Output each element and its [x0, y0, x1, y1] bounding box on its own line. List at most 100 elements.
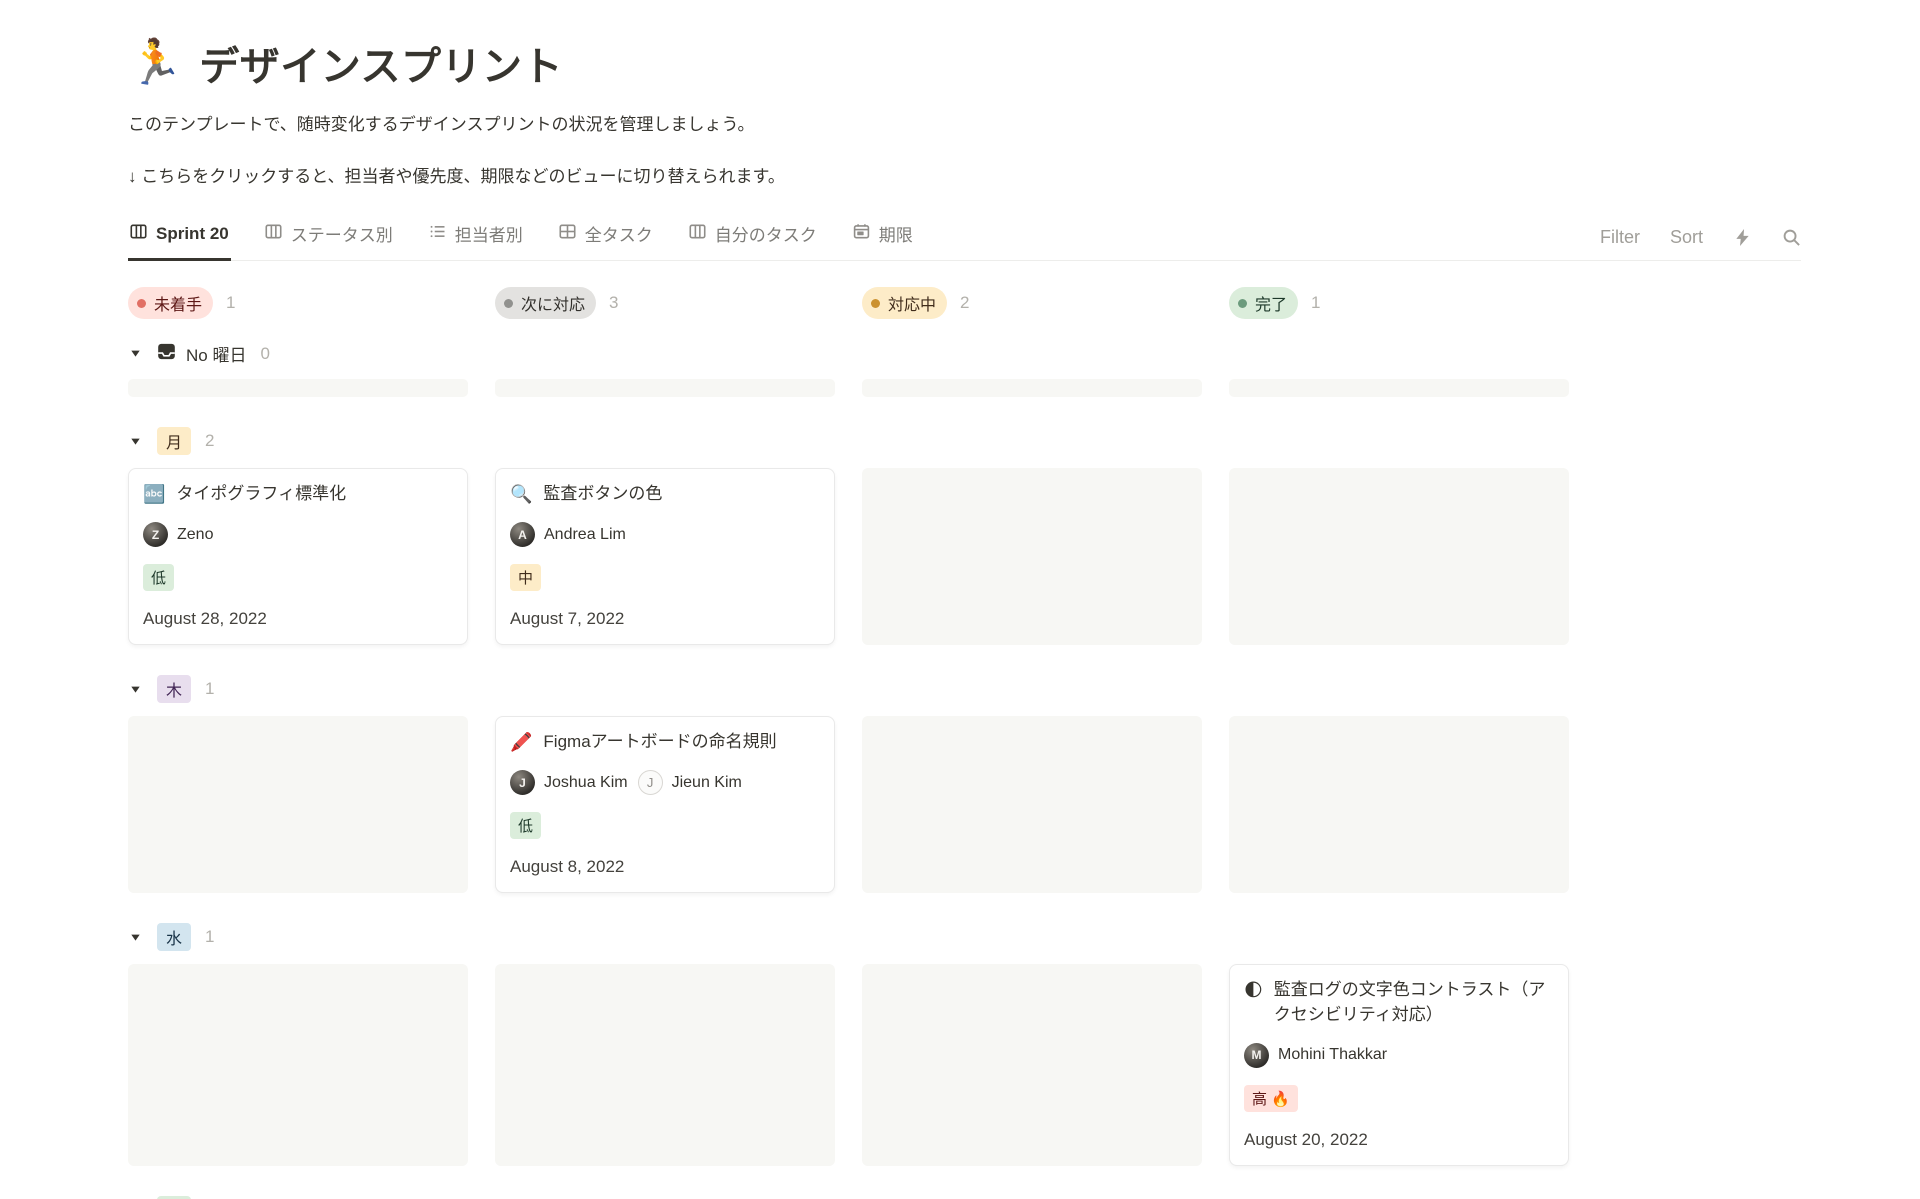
card-priority-row: 高 🔥	[1244, 1085, 1554, 1112]
board-icon	[265, 223, 282, 245]
assignee: J Jieun Kim	[638, 770, 742, 795]
empty-column-strip	[862, 379, 1202, 397]
avatar: Z	[143, 522, 168, 547]
tab-by-status[interactable]: ステータス別	[263, 215, 395, 261]
group-monday: 月 2 🔤 タイポグラフィ標準化 Z Zeno	[128, 427, 1569, 645]
assignee-name: Zeno	[177, 526, 213, 544]
card-title: 🖍️ Figmaアートボードの命名規則	[510, 730, 820, 755]
tab-label: 自分のタスク	[715, 221, 817, 246]
group-header: 木 1	[128, 675, 1569, 703]
column-count: 1	[226, 293, 235, 313]
task-card[interactable]: 🌓 監査ログの文字色コントラスト（アクセシビリティ対応） M Mohini Th…	[1229, 964, 1569, 1165]
group-row: 🌓 監査ログの文字色コントラスト（アクセシビリティ対応） M Mohini Th…	[128, 964, 1569, 1165]
group-count: 2	[205, 431, 214, 451]
column-header-not-started: 未着手 1	[128, 287, 468, 319]
group-no-weekday: No 曜日 0	[128, 341, 1569, 397]
empty-column-strip	[495, 379, 835, 397]
search-icon[interactable]	[1782, 228, 1801, 247]
card-priority-row: 低	[143, 564, 453, 591]
avatar: A	[510, 522, 535, 547]
chevron-down-icon[interactable]	[128, 434, 143, 449]
assignee-name: Andrea Lim	[544, 526, 626, 544]
card-assignees: A Andrea Lim	[510, 522, 820, 547]
status-pill[interactable]: 対応中	[862, 287, 947, 319]
assignee: M Mohini Thakkar	[1244, 1043, 1387, 1068]
assignee: A Andrea Lim	[510, 522, 626, 547]
task-card[interactable]: 🔤 タイポグラフィ標準化 Z Zeno 低 August 28, 2022	[128, 468, 468, 645]
column-count: 2	[960, 293, 969, 313]
status-dot	[504, 299, 513, 308]
empty-cell	[128, 964, 468, 1165]
tab-label: Sprint 20	[156, 224, 229, 244]
crayon-icon: 🖍️	[510, 730, 532, 755]
page-title: 🏃 デザインスプリント	[128, 34, 1801, 92]
status-dot	[871, 299, 880, 308]
inbox-icon	[157, 342, 176, 366]
card-date: August 7, 2022	[510, 609, 820, 629]
kanban-board: 未着手 1 次に対応 3 対応中 2 完了 1 No 曜日	[128, 287, 1569, 1199]
group-pill: 月	[157, 427, 191, 455]
sort-button[interactable]: Sort	[1670, 227, 1703, 248]
chevron-down-icon[interactable]	[128, 682, 143, 697]
tab-all-tasks[interactable]: 全タスク	[557, 215, 655, 261]
assignee-name: Mohini Thakkar	[1278, 1046, 1387, 1064]
filter-button[interactable]: Filter	[1600, 227, 1640, 248]
column-header-in-progress: 対応中 2	[862, 287, 1202, 319]
group-tuesday: 火 2	[128, 1196, 1569, 1199]
group-row	[128, 379, 1569, 397]
tab-deadline[interactable]: 期限	[851, 215, 915, 261]
table-icon	[559, 223, 576, 245]
card-date: August 28, 2022	[143, 609, 453, 629]
abcd-input-icon: 🔤	[143, 482, 165, 507]
group-pill: 水	[157, 923, 191, 951]
empty-column-strip	[128, 379, 468, 397]
status-dot	[137, 299, 146, 308]
chevron-down-icon[interactable]	[128, 930, 143, 945]
priority-tag: 中	[510, 564, 541, 591]
card-date: August 8, 2022	[510, 857, 820, 877]
card-title: 🔍 監査ボタンの色	[510, 482, 820, 507]
bolt-icon[interactable]	[1733, 228, 1752, 247]
status-pill[interactable]: 次に対応	[495, 287, 596, 319]
tab-label: 担当者別	[455, 221, 523, 246]
calendar-icon	[853, 223, 870, 245]
priority-tag: 低	[143, 564, 174, 591]
group-header: 月 2	[128, 427, 1569, 455]
card-assignees: Z Zeno	[143, 522, 453, 547]
status-pill[interactable]: 未着手	[128, 287, 213, 319]
tab-label: 期限	[879, 221, 913, 246]
avatar: J	[638, 770, 663, 795]
group-count: 1	[205, 927, 214, 947]
empty-cell	[862, 468, 1202, 645]
toolbar-controls: Filter Sort	[1600, 227, 1801, 260]
group-wednesday: 水 1 🌓 監査ログの文字色コントラスト（アクセシビリティ対応） M Mohin…	[128, 923, 1569, 1165]
task-card[interactable]: 🖍️ Figmaアートボードの命名規則 J Joshua Kim J Jieun…	[495, 716, 835, 893]
group-header: 火 2	[128, 1196, 1569, 1199]
tab-label: 全タスク	[585, 221, 653, 246]
empty-cell	[862, 964, 1202, 1165]
empty-cell	[1229, 716, 1569, 893]
card-date: August 20, 2022	[1244, 1130, 1554, 1150]
half-moon-icon: 🌓	[1244, 978, 1263, 1027]
group-row: 🔤 タイポグラフィ標準化 Z Zeno 低 August 28, 2022	[128, 468, 1569, 645]
empty-column-strip	[1229, 379, 1569, 397]
priority-tag: 高 🔥	[1244, 1085, 1298, 1112]
chevron-down-icon[interactable]	[128, 346, 143, 361]
group-count: 1	[205, 679, 214, 699]
status-pill[interactable]: 完了	[1229, 287, 1298, 319]
tab-by-assignee[interactable]: 担当者別	[427, 215, 525, 261]
board-icon	[689, 223, 706, 245]
task-card[interactable]: 🔍 監査ボタンの色 A Andrea Lim 中 August 7, 2022	[495, 468, 835, 645]
magnifier-icon: 🔍	[510, 482, 532, 507]
view-toolbar: Sprint 20 ステータス別 担当者別 全タスク 自分のタスク 期限	[128, 215, 1801, 261]
assignee: J Joshua Kim	[510, 770, 628, 795]
tab-my-tasks[interactable]: 自分のタスク	[687, 215, 819, 261]
assignee: Z Zeno	[143, 522, 213, 547]
page-hint: ↓ こちらをクリックすると、担当者や優先度、期限などのビューに切り替えられます。	[128, 164, 1801, 190]
column-header-row: 未着手 1 次に対応 3 対応中 2 完了 1	[128, 287, 1569, 319]
tab-label: ステータス別	[291, 221, 393, 246]
group-pill: 火	[157, 1196, 191, 1199]
tab-sprint-20[interactable]: Sprint 20	[128, 215, 231, 261]
group-count: 0	[260, 344, 269, 364]
empty-cell	[862, 716, 1202, 893]
